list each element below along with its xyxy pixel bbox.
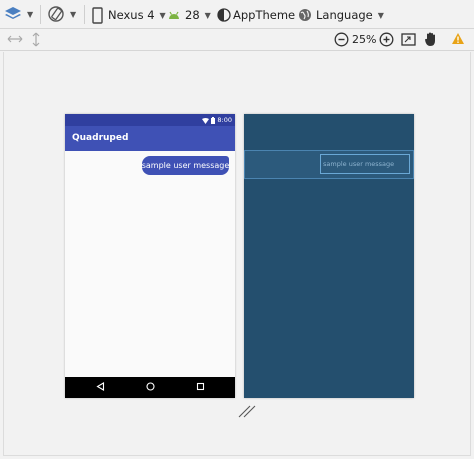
battery-icon	[211, 114, 216, 127]
app-title: Quadruped	[72, 133, 129, 143]
app-bar: Quadruped	[65, 126, 235, 151]
user-message-bubble[interactable]: sample user message	[142, 156, 229, 175]
pan-horizontal-icon[interactable]	[7, 33, 23, 45]
chevron-down-icon: ▼	[70, 9, 77, 19]
android-icon	[167, 9, 181, 21]
device-dropdown[interactable]: Nexus 4 ▼	[92, 5, 166, 25]
blueprint-message-box[interactable]: sample user message	[320, 154, 410, 174]
chevron-down-icon: ▼	[159, 10, 166, 20]
status-time: 8:00	[217, 116, 232, 124]
wifi-icon	[202, 114, 210, 127]
chevron-down-icon: ▼	[377, 10, 384, 20]
navigation-bar	[65, 377, 235, 398]
resize-handle-icon[interactable]	[238, 402, 256, 421]
chevron-down-icon: ▼	[27, 9, 34, 19]
toolbar-divider	[84, 5, 85, 24]
rotate-icon	[47, 5, 65, 23]
layers-icon	[4, 6, 22, 22]
blueprint-preview[interactable]: sample user message	[244, 114, 414, 398]
design-preview[interactable]: 8:00 Quadruped sample user message	[65, 114, 235, 398]
language-dropdown[interactable]: Language ▼	[298, 5, 384, 25]
zoom-out-icon[interactable]	[334, 32, 349, 47]
phone-device-icon	[92, 6, 103, 24]
chevron-down-icon: ▼	[204, 10, 211, 20]
blueprint-message-row[interactable]: sample user message	[244, 150, 414, 179]
warning-icon[interactable]	[451, 32, 465, 45]
home-icon[interactable]	[145, 381, 155, 394]
zoom-level: 25%	[352, 33, 377, 46]
language-label: Language	[316, 8, 373, 22]
hand-icon[interactable]	[424, 31, 438, 47]
theme-icon	[217, 8, 231, 22]
api-label: 28	[185, 8, 200, 22]
device-label: Nexus 4	[108, 8, 155, 22]
status-bar: 8:00	[65, 114, 235, 126]
zoom-toolbar: 25%	[0, 29, 474, 51]
design-toolbar: ▼ ▼ Nexus 4 ▼ 28 ▼ AppTheme Language ▼	[0, 0, 474, 29]
recents-icon[interactable]	[196, 381, 205, 394]
zoom-in-icon[interactable]	[379, 32, 394, 47]
orientation-dropdown[interactable]: ▼	[47, 4, 76, 24]
back-icon[interactable]	[95, 381, 105, 394]
toolbar-divider	[40, 5, 41, 24]
fit-screen-icon[interactable]	[401, 33, 416, 46]
theme-label: AppTheme	[233, 8, 296, 22]
globe-icon	[298, 8, 312, 22]
pan-vertical-icon[interactable]	[31, 32, 41, 47]
theme-selector[interactable]: AppTheme	[217, 5, 295, 25]
layers-dropdown[interactable]: ▼	[4, 4, 33, 24]
api-level-dropdown[interactable]: 28 ▼	[167, 5, 211, 25]
